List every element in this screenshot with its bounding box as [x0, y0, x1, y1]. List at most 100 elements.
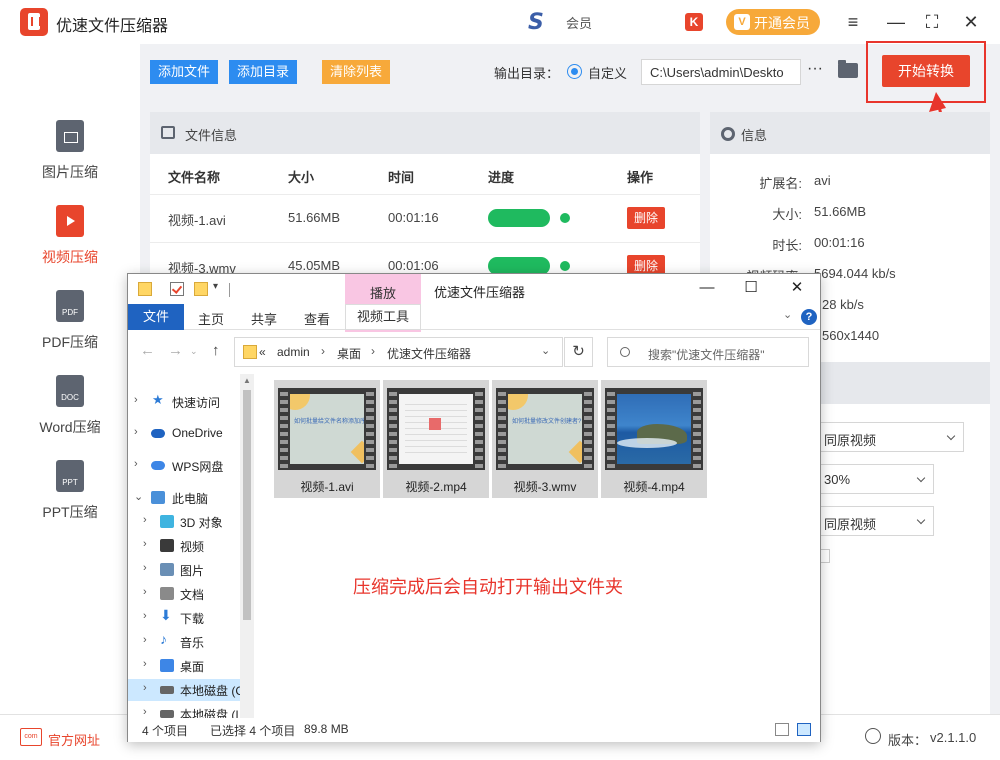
- nav-item-downloads[interactable]: › ⬇ 下载: [128, 607, 240, 629]
- forward-icon[interactable]: →: [168, 342, 183, 359]
- play-tab-label[interactable]: 播放: [345, 283, 421, 302]
- tab-home[interactable]: 主页: [198, 309, 224, 328]
- website-icon[interactable]: com: [20, 728, 42, 746]
- add-file-button[interactable]: 添加文件: [150, 60, 219, 84]
- video-file-icon: [56, 205, 84, 237]
- file-thumbnail[interactable]: 视频-4.mp4: [601, 380, 707, 498]
- add-dir-button[interactable]: 添加目录: [229, 60, 298, 84]
- quality-select[interactable]: 30%: [815, 464, 934, 494]
- tab-video-tools[interactable]: 视频工具: [345, 304, 421, 330]
- nav-item-wps[interactable]: › WPS网盘: [128, 455, 240, 477]
- nav-item-documents[interactable]: › 文档: [128, 583, 240, 605]
- clear-list-button[interactable]: 清除列表: [322, 60, 391, 84]
- chevron-down-icon[interactable]: ⌄: [134, 490, 143, 503]
- tab-view[interactable]: 查看: [304, 309, 330, 328]
- more-options-button[interactable]: ···: [807, 60, 823, 78]
- nav-item-onedrive[interactable]: › OneDrive: [128, 423, 240, 445]
- resolution-select[interactable]: 同原视频: [815, 422, 964, 452]
- format-select[interactable]: 同原视频: [815, 506, 934, 536]
- app-logo-icon: [20, 8, 48, 36]
- tab-share[interactable]: 共享: [251, 309, 277, 328]
- menu-icon[interactable]: ≡: [841, 10, 865, 34]
- address-bar[interactable]: « admin › 桌面 › 优速文件压缩器 ⌄: [234, 337, 563, 367]
- output-path-input[interactable]: C:\Users\admin\Deskto: [641, 59, 801, 85]
- maximize-icon[interactable]: ☐: [741, 278, 761, 298]
- nav-item-disk-c[interactable]: › 本地磁盘 (C: [128, 679, 240, 701]
- sidebar-item-label: 图片压缩: [42, 164, 98, 180]
- disk-icon: [160, 710, 174, 718]
- file-thumbnail[interactable]: 如何批量给文件名称添加序号 视频-1.avi: [274, 380, 380, 498]
- check-icon: [560, 261, 570, 271]
- chevron-right-icon[interactable]: ›: [143, 634, 147, 646]
- option-checkbox[interactable]: [820, 549, 830, 563]
- search-input[interactable]: 搜索"优速文件压缩器": [607, 337, 809, 367]
- chevron-right-icon[interactable]: ›: [143, 610, 147, 622]
- start-convert-button[interactable]: 开始转换: [882, 55, 970, 87]
- chevron-right-icon[interactable]: ›: [143, 538, 147, 550]
- chevron-right-icon[interactable]: ›: [143, 514, 147, 526]
- folder-icon[interactable]: [838, 60, 858, 78]
- chevron-right-icon[interactable]: ›: [134, 394, 138, 406]
- chevron-right-icon[interactable]: ›: [143, 682, 147, 694]
- breadcrumb-item[interactable]: 桌面: [337, 345, 361, 362]
- chevron-down-icon[interactable]: ⌄: [541, 344, 550, 357]
- nav-item-videos[interactable]: › 视频: [128, 535, 240, 557]
- properties-icon[interactable]: [170, 282, 184, 296]
- minimize-icon[interactable]: —: [884, 10, 908, 34]
- minimize-icon[interactable]: —: [697, 278, 717, 298]
- sidebar-item-video[interactable]: 视频压缩: [0, 205, 140, 285]
- scrollbar-thumb[interactable]: [243, 390, 251, 620]
- chevron-right-icon[interactable]: ›: [143, 562, 147, 574]
- frame-caption: 如何批量给文件名称添加序号: [294, 419, 364, 425]
- close-icon[interactable]: ✕: [959, 10, 983, 34]
- sidebar-item-ppt[interactable]: PPT PPT压缩: [0, 460, 140, 540]
- large-icons-view-icon[interactable]: [797, 723, 811, 736]
- new-folder-icon[interactable]: [194, 282, 208, 296]
- sidebar-item-image[interactable]: 图片压缩: [0, 120, 140, 200]
- chevron-right-icon[interactable]: ›: [134, 426, 138, 438]
- refresh-icon[interactable]: ↻: [564, 337, 593, 367]
- explorer-status-bar: 4 个项目 已选择 4 个项目 89.8 MB: [128, 718, 820, 742]
- nav-label: OneDrive: [172, 426, 223, 440]
- k-badge-icon[interactable]: K: [685, 13, 703, 31]
- custom-radio[interactable]: [567, 64, 582, 79]
- back-icon[interactable]: ←: [140, 342, 155, 359]
- vip-button[interactable]: V 开通会员: [726, 9, 820, 35]
- breadcrumb-overflow[interactable]: «: [259, 345, 266, 359]
- website-link[interactable]: 官方网址: [48, 730, 100, 749]
- navigation-pane: › ★ 快速访问 › OneDrive › WPS网盘 ⌄ 此电脑 › 3D 对…: [128, 374, 240, 718]
- nav-item-pictures[interactable]: › 图片: [128, 559, 240, 581]
- breadcrumb-item[interactable]: admin: [277, 345, 310, 359]
- nav-item-this-pc[interactable]: ⌄ 此电脑: [128, 487, 240, 509]
- vip-button-label: 开通会员: [754, 15, 810, 31]
- file-thumbnail[interactable]: 如何批量修改文件创建者? 视频-3.wmv: [492, 380, 598, 498]
- nav-item-disk-d[interactable]: › 本地磁盘 (I: [128, 703, 240, 718]
- breadcrumb-item[interactable]: 优速文件压缩器: [387, 345, 471, 362]
- details-view-icon[interactable]: [775, 723, 789, 736]
- maximize-icon[interactable]: ⛶: [920, 10, 944, 34]
- file-name: 视频-2.mp4: [405, 480, 467, 494]
- nav-item-desktop[interactable]: › 桌面: [128, 655, 240, 677]
- up-icon[interactable]: ↑: [212, 342, 220, 359]
- chevron-right-icon[interactable]: ›: [143, 658, 147, 670]
- chevron-right-icon[interactable]: ›: [134, 458, 138, 470]
- annotation-note: 压缩完成后会自动打开输出文件夹: [353, 577, 623, 597]
- chevron-right-icon[interactable]: ›: [143, 706, 147, 718]
- close-icon[interactable]: ✕: [787, 278, 807, 298]
- recent-chevron-icon[interactable]: ⌄: [190, 346, 198, 357]
- nav-item-3d[interactable]: › 3D 对象: [128, 511, 240, 533]
- explorer-window[interactable]: ▾ 播放 优速文件压缩器 — ☐ ✕ 文件 主页 共享 查看 视频工具 ⌄ ? …: [127, 273, 821, 742]
- delete-button[interactable]: 删除: [627, 207, 666, 229]
- nav-scrollbar[interactable]: ▲: [240, 374, 254, 718]
- chevron-right-icon[interactable]: ›: [143, 586, 147, 598]
- nav-item-music[interactable]: › ♪ 音乐: [128, 631, 240, 653]
- sidebar-item-word[interactable]: DOC Word压缩: [0, 375, 140, 455]
- tab-file[interactable]: 文件: [128, 304, 184, 330]
- qat-dropdown-icon[interactable]: ▾: [213, 281, 218, 292]
- nav-item-quick-access[interactable]: › ★ 快速访问: [128, 391, 240, 413]
- scroll-up-icon[interactable]: ▲: [243, 376, 251, 385]
- file-thumbnail[interactable]: 视频-2.mp4: [383, 380, 489, 498]
- help-icon[interactable]: ?: [801, 309, 817, 325]
- chevron-down-icon[interactable]: ⌄: [783, 308, 792, 321]
- sidebar-item-pdf[interactable]: PDF PDF压缩: [0, 290, 140, 370]
